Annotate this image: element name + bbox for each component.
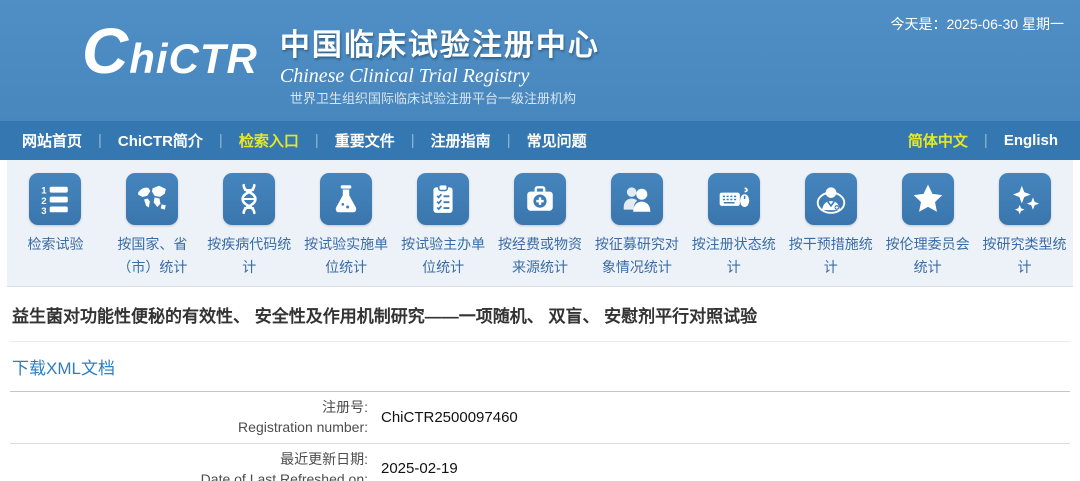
tool-label: 按干预措施统 计 xyxy=(788,236,873,276)
field-label-en: Registration number: xyxy=(238,419,368,436)
site-title-en: Chinese Clinical Trial Registry xyxy=(279,65,530,87)
tool-stats-by-study-type[interactable]: 按研究类型统 计 xyxy=(976,173,1073,279)
trial-title: 益生菌对功能性便秘的有效性、 安全性及作用机制研究——一项随机、 双盲、 安慰剂… xyxy=(10,287,1070,342)
clipboard-icon xyxy=(417,173,470,225)
tool-label: 按伦理委员会 统计 xyxy=(885,236,970,276)
main-nav: 网站首页 | ChiCTR简介 | 检索入口 | 重要文件 | 注册指南 | 常… xyxy=(0,121,1080,160)
nav-item-about[interactable]: ChiCTR简介 xyxy=(112,130,209,151)
doctor-icon xyxy=(804,173,857,225)
today-date: 今天是：2025-06-30 星期一 xyxy=(890,16,1064,32)
brand-block[interactable]: ChiCTR 中国临床试验注册中心 Chinese Clinical Trial… xyxy=(82,15,600,94)
nav-item-faq[interactable]: 常见问题 xyxy=(521,130,593,151)
tool-search-trials[interactable]: 123 检索试验 xyxy=(7,173,104,256)
tool-stats-by-recruitment-status[interactable]: 按征募研究对 象情况统计 xyxy=(588,173,685,279)
tool-stats-by-registration-status[interactable]: 按注册状态统 计 xyxy=(685,173,782,279)
world-map-icon xyxy=(126,173,179,225)
site-title-zh: 中国临床试验注册中心 xyxy=(279,29,600,62)
nav-separator: | xyxy=(506,132,511,149)
tool-stats-by-implementing-unit[interactable]: 按试验实施单 位统计 xyxy=(298,173,395,279)
main-content: 益生菌对功能性便秘的有效性、 安全性及作用机制研究——一项随机、 双盲、 安慰剂… xyxy=(0,287,1080,481)
svg-text:3: 3 xyxy=(42,206,47,216)
star-icon xyxy=(901,173,954,225)
nav-separator: | xyxy=(983,132,988,149)
field-label-en: Date of Last Refreshed on: xyxy=(200,470,368,481)
tool-stats-by-country[interactable]: 按国家、省 （市）统计 xyxy=(104,173,201,279)
registration-number-row: 注册号: Registration number: ChiCTR25000974… xyxy=(10,392,1070,444)
sparkles-icon xyxy=(998,173,1051,225)
field-label-zh: 最近更新日期: xyxy=(280,450,368,467)
xml-download-row: 下载XML文档 xyxy=(10,342,1070,392)
nav-item-documents[interactable]: 重要文件 xyxy=(329,130,401,151)
tool-stats-by-ethics-committee[interactable]: 按伦理委员会 统计 xyxy=(879,173,976,279)
tool-label: 按注册状态统 计 xyxy=(691,236,776,276)
tool-label: 按试验实施单 位统计 xyxy=(304,236,389,276)
nav-separator: | xyxy=(410,132,415,149)
nav-item-home[interactable]: 网站首页 xyxy=(16,130,88,151)
who-registry-subtitle: 世界卫生组织国际临床试验注册平台一级注册机构 xyxy=(290,91,577,106)
site-header: ChiCTR 中国临床试验注册中心 Chinese Clinical Trial… xyxy=(0,0,1080,121)
keyboard-mouse-icon xyxy=(707,173,760,225)
nav-separator: | xyxy=(314,132,319,149)
nav-separator: | xyxy=(218,132,223,149)
tool-label: 按国家、省 （市）统计 xyxy=(117,236,188,276)
tool-stats-by-funding-source[interactable]: 按经费或物资 来源统计 xyxy=(492,173,589,279)
tool-label: 按经费或物资 来源统计 xyxy=(497,236,582,276)
numbered-list-icon: 123 xyxy=(29,173,82,225)
dna-icon xyxy=(223,173,276,225)
medical-kit-icon xyxy=(513,173,566,225)
flask-icon xyxy=(320,173,373,225)
download-xml-link[interactable]: 下载XML文档 xyxy=(12,359,115,378)
lang-simplified-chinese[interactable]: 简体中文 xyxy=(902,130,974,151)
nav-separator: | xyxy=(98,132,102,149)
field-label-zh: 注册号: xyxy=(322,399,368,415)
registration-number-value: ChiCTR2500097460 xyxy=(381,408,518,426)
nav-item-guide[interactable]: 注册指南 xyxy=(425,130,497,151)
tool-label: 按疾病代码统 计 xyxy=(207,236,292,276)
chictr-logo: ChiCTR xyxy=(82,15,258,87)
tool-label: 按试验主办单 位统计 xyxy=(401,236,486,276)
people-icon xyxy=(610,173,663,225)
nav-item-search-entry[interactable]: 检索入口 xyxy=(233,130,305,151)
tool-label: 检索试验 xyxy=(27,236,84,252)
last-refreshed-value: 2025-02-19 xyxy=(381,460,458,478)
tool-stats-by-sponsor-unit[interactable]: 按试验主办单 位统计 xyxy=(395,173,492,279)
tool-label: 按研究类型统 计 xyxy=(982,236,1067,276)
tool-label: 按征募研究对 象情况统计 xyxy=(594,236,679,276)
tool-stats-by-intervention[interactable]: 按干预措施统 计 xyxy=(782,173,879,279)
statistics-toolbar: 123 检索试验 按国家、省 （市）统计 按疾病代码统 计 按试验实施单 位统计… xyxy=(7,160,1073,287)
lang-english[interactable]: English xyxy=(998,132,1064,149)
tool-stats-by-disease-code[interactable]: 按疾病代码统 计 xyxy=(201,173,298,279)
last-refreshed-row: 最近更新日期: Date of Last Refreshed on: 2025-… xyxy=(10,444,1070,481)
